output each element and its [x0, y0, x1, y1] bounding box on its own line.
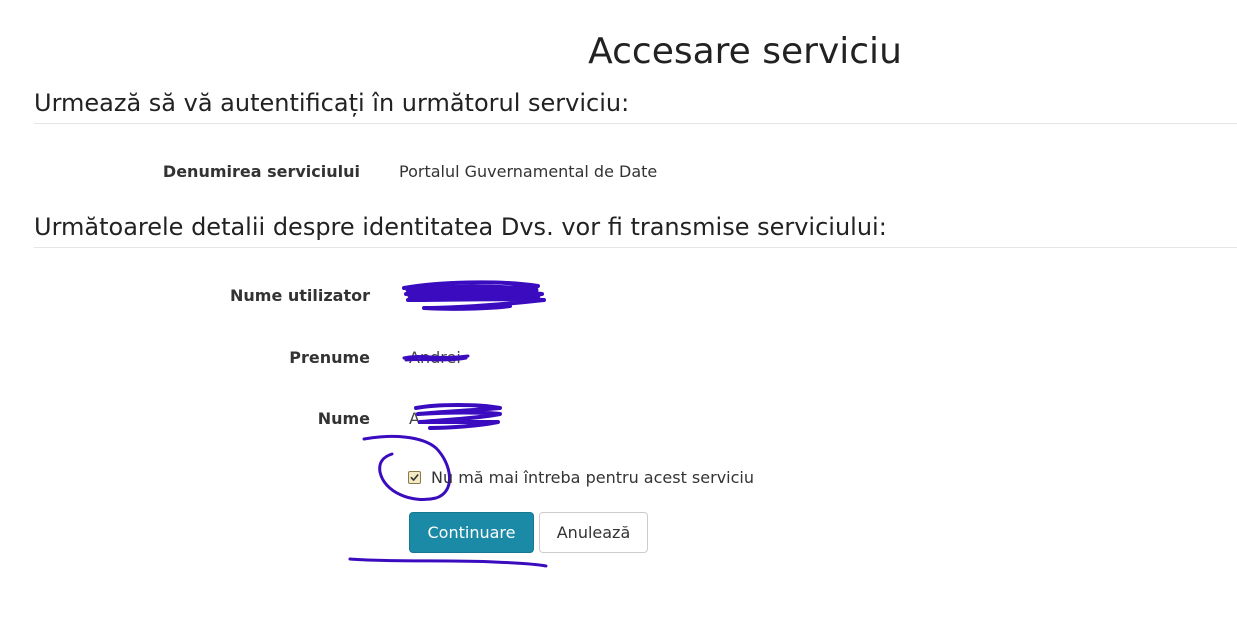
identity-section-heading: Următoarele detalii despre identitatea D…: [34, 213, 1237, 248]
page-title: Accesare serviciu: [588, 31, 902, 72]
last-name-value: A: [409, 409, 420, 428]
last-name-label: Nume: [317, 409, 370, 428]
first-name-value: Andrei: [409, 348, 461, 367]
checkmark-icon: [410, 474, 419, 481]
last-name-redaction-scribble: [414, 403, 502, 430]
remember-consent-label[interactable]: Nu mă mai întreba pentru acest serviciu: [431, 468, 754, 487]
continue-button[interactable]: Continuare: [409, 512, 534, 553]
remember-consent-row[interactable]: Nu mă mai întreba pentru acest serviciu: [408, 468, 754, 487]
service-name-value: Portalul Guvernamental de Date: [399, 162, 658, 181]
remember-consent-checkbox[interactable]: [408, 471, 421, 484]
username-label: Nume utilizator: [229, 286, 370, 305]
service-name-label: Denumirea serviciului: [162, 162, 360, 181]
first-name-label: Prenume: [289, 348, 370, 367]
username-redaction-scribble: [402, 280, 546, 311]
service-section-heading: Urmează să vă autentificați în următorul…: [34, 89, 1237, 124]
checkbox-circle-annotation: [362, 434, 451, 501]
cancel-button[interactable]: Anulează: [539, 512, 648, 553]
page: Accesare serviciu Urmează să vă autentif…: [0, 0, 1237, 629]
username-value: A: [409, 286, 420, 305]
underline-annotation: [348, 557, 548, 568]
